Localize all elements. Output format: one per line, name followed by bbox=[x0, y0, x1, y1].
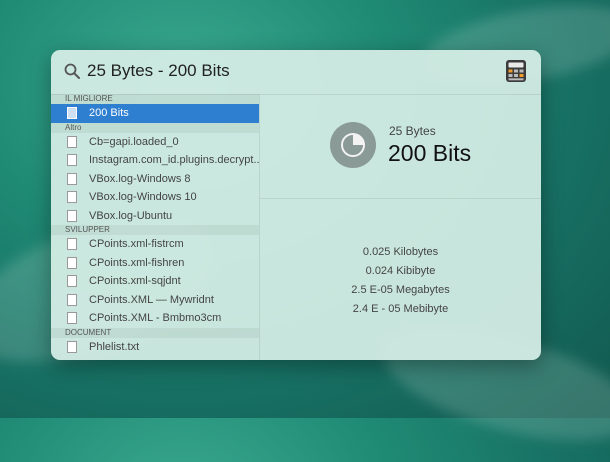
result-item[interactable]: VBox.log-Windows 8 bbox=[51, 170, 259, 189]
result-item-label: CPoints.xml-sqjdnt bbox=[89, 275, 181, 288]
result-item[interactable]: VBox.log-Ubuntu bbox=[51, 207, 259, 226]
document-icon bbox=[67, 209, 77, 222]
result-item[interactable]: CPoints.XML - Bmbmo3cm bbox=[51, 309, 259, 328]
result-item[interactable]: CPoints.xml-fishren bbox=[51, 254, 259, 273]
search-icon bbox=[64, 63, 80, 79]
result-item-label: VBox.log-Windows 10 bbox=[89, 191, 197, 204]
result-item-label: CPoints.XML - Bmbmo3cm bbox=[89, 312, 222, 325]
spotlight-window: 25 Bytes - 200 Bits IL MIGLIORE 200 Bits A… bbox=[51, 50, 541, 360]
result-item[interactable]: CPoints.xml-sqjdnt bbox=[51, 272, 259, 291]
preview-divider bbox=[260, 198, 541, 199]
result-item-label: VBox.log-Windows 8 bbox=[89, 172, 191, 185]
section-header: DOCUMENT bbox=[51, 327, 259, 338]
result-item-label: VBox.log-Ubuntu bbox=[89, 209, 173, 222]
search-bar: 25 Bytes - 200 Bits bbox=[51, 50, 541, 95]
preview-pane: 25 Bytes 200 Bits 0.025 Kilobytes 0.024 … bbox=[260, 94, 541, 360]
document-icon bbox=[67, 107, 77, 120]
document-icon bbox=[67, 256, 77, 269]
conversion-line: 0.024 Kibibyte bbox=[365, 265, 436, 277]
search-input[interactable]: 25 Bytes - 200 Bits bbox=[87, 61, 230, 81]
result-item-label: CPoints.XML — Mywridnt bbox=[89, 293, 214, 306]
conversion-line: 2.5 E-05 Megabytes bbox=[351, 284, 450, 296]
conversion-line: 2.4 E - 05 Mebibyte bbox=[352, 303, 449, 315]
result-item-label: Instagram.com_id.plugins.decrypt... bbox=[89, 154, 259, 167]
result-item-label: 200 Bits bbox=[89, 107, 129, 120]
document-icon bbox=[67, 154, 77, 167]
document-icon bbox=[67, 191, 77, 204]
result-input-value: 25 Bytes bbox=[389, 124, 436, 138]
document-icon bbox=[67, 340, 77, 353]
result-item[interactable]: Phlelist.txt bbox=[51, 338, 259, 357]
document-icon bbox=[67, 275, 77, 288]
section-header: Altro bbox=[51, 122, 259, 133]
result-item[interactable]: 200 Bits bbox=[51, 104, 259, 123]
result-item[interactable]: Cb=gapi.loaded_0 bbox=[51, 133, 259, 152]
result-item[interactable]: CPoints.xml-fistrcm bbox=[51, 235, 259, 254]
section-header: IL MIGLIORE bbox=[51, 94, 259, 104]
conversion-line: 0.025 Kilobytes bbox=[362, 246, 439, 258]
result-item-label: CPoints.xml-fistrcm bbox=[89, 238, 184, 251]
document-icon bbox=[67, 312, 77, 325]
document-icon bbox=[67, 238, 77, 251]
result-item-label: CPoints.xml-fishren bbox=[89, 256, 185, 269]
result-item[interactable]: CPoints.XML — Mywridnt bbox=[51, 291, 259, 310]
result-item-label: Cb=gapi.loaded_0 bbox=[89, 135, 179, 148]
result-item-label: Phlelist.txt bbox=[89, 340, 140, 353]
document-icon bbox=[67, 293, 77, 306]
calculator-icon bbox=[506, 60, 526, 82]
results-list: IL MIGLIORE 200 Bits Altro Cb=gapi.loaded_0… bbox=[51, 94, 260, 360]
result-output-value: 200 Bits bbox=[388, 140, 472, 166]
result-item[interactable]: VBox.log-Windows 10 bbox=[51, 188, 259, 207]
calculator-result-icon bbox=[330, 122, 376, 168]
section-header: SVILUPPER bbox=[51, 225, 259, 235]
document-icon bbox=[67, 135, 77, 148]
document-icon bbox=[67, 172, 77, 185]
result-item[interactable]: Instagram.com_id.plugins.decrypt... bbox=[51, 151, 259, 170]
